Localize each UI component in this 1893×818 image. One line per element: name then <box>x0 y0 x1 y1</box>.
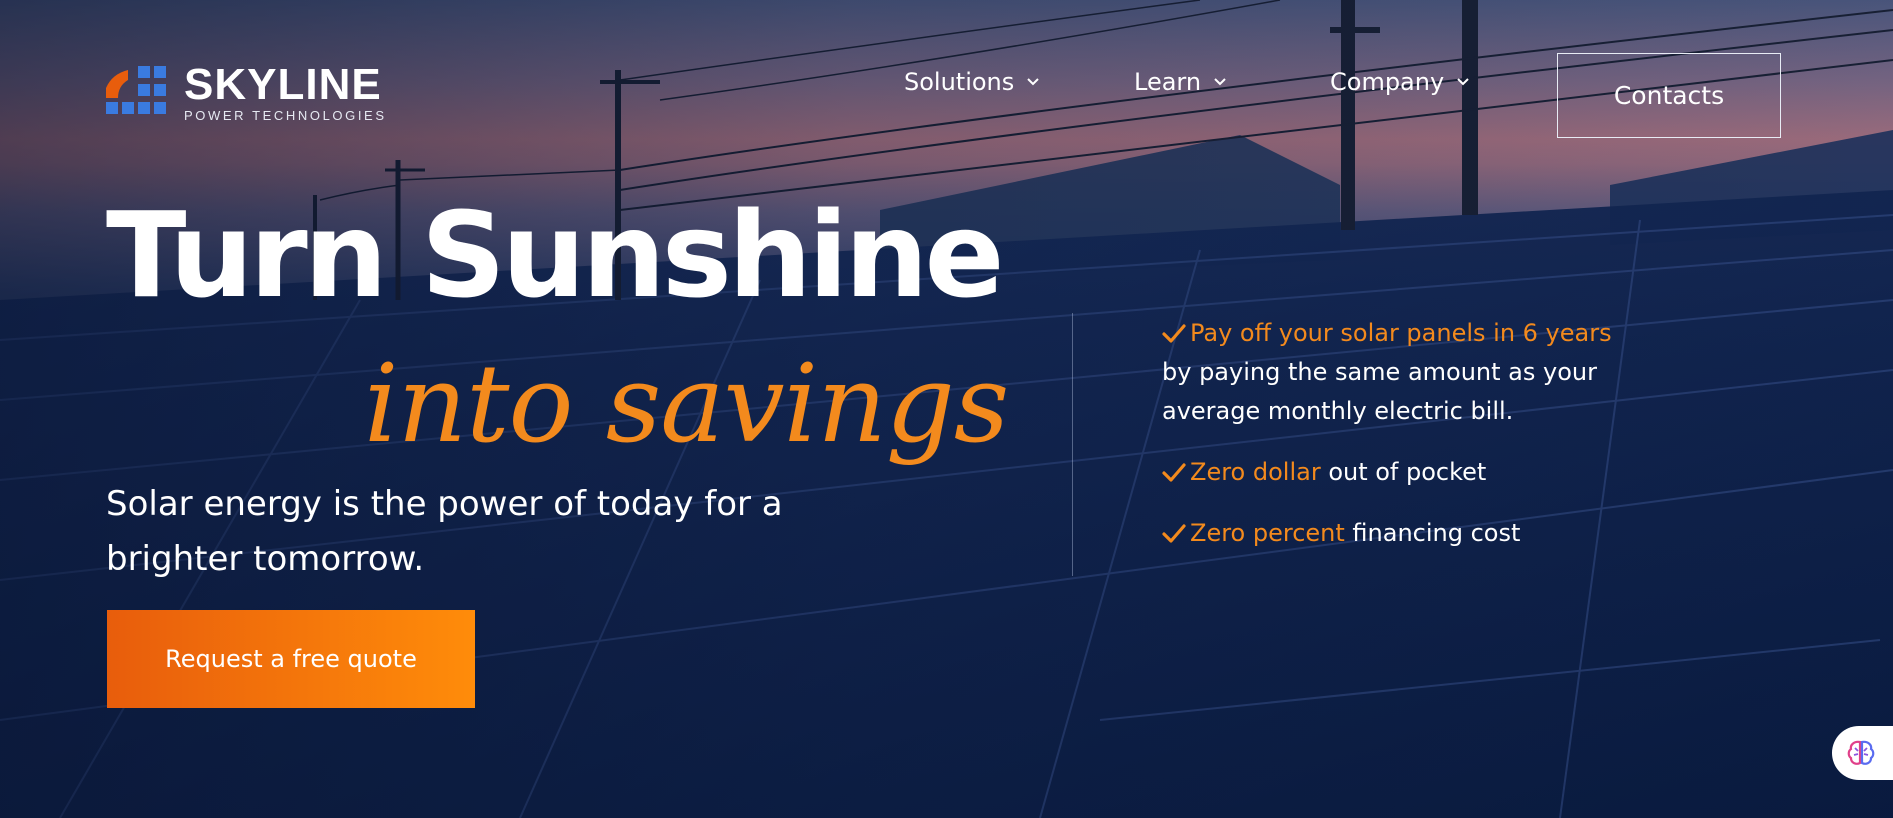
contacts-button[interactable]: Contacts <box>1557 53 1781 138</box>
benefit-highlight: Pay off your solar panels in 6 years <box>1190 319 1612 347</box>
chevron-down-icon <box>1027 78 1039 86</box>
benefit-text: by paying the same amount as your averag… <box>1162 358 1597 425</box>
benefit-text: financing cost <box>1344 519 1521 547</box>
chevron-down-icon <box>1457 78 1469 86</box>
nav-item-solutions[interactable]: Solutions <box>904 68 1040 96</box>
nav-item-learn[interactable]: Learn <box>1134 68 1227 96</box>
benefit-text: out of pocket <box>1320 458 1487 486</box>
list-item: Zero dollar out of pocket <box>1162 453 1682 492</box>
check-icon <box>1162 463 1186 482</box>
chevron-down-icon <box>1214 78 1226 86</box>
hero-headline: Turn Sunshine <box>106 186 1005 324</box>
brain-icon <box>1847 740 1875 765</box>
brand-tagline: POWER TECHNOLOGIES <box>184 108 387 123</box>
hero-headline-accent: into savings <box>364 342 1009 467</box>
nav-item-label: Company <box>1330 68 1445 96</box>
benefit-highlight: Zero dollar <box>1190 458 1321 486</box>
divider <box>1072 313 1073 576</box>
nav-item-label: Solutions <box>904 68 1015 96</box>
nav-item-company[interactable]: Company <box>1330 68 1470 96</box>
request-quote-button[interactable]: Request a free quote <box>107 610 475 708</box>
list-item: Pay off your solar panels in 6 years by … <box>1162 314 1682 431</box>
nav-item-label: Learn <box>1134 68 1202 96</box>
benefit-highlight: Zero percent <box>1190 519 1345 547</box>
check-icon <box>1162 324 1186 343</box>
hero-subheadline: Solar energy is the power of today for a… <box>106 484 783 579</box>
benefits-list: Pay off your solar panels in 6 years by … <box>1162 314 1682 553</box>
list-item: Zero percent financing cost <box>1162 514 1682 553</box>
assistant-button[interactable] <box>1832 726 1893 780</box>
check-icon <box>1162 524 1186 543</box>
